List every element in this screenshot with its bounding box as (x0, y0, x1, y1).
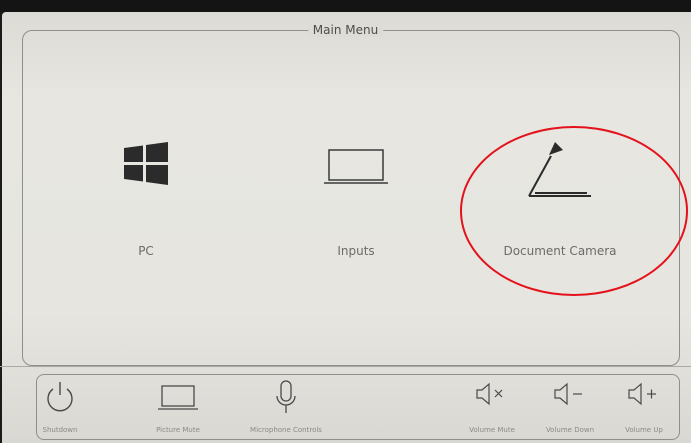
speaker-plus-icon (627, 382, 661, 410)
volume-mute-label: Volume Mute (469, 426, 515, 434)
document-camera-icon (525, 140, 595, 204)
volume-down-button[interactable]: Volume Down (534, 378, 606, 438)
tile-inputs-label: Inputs (337, 244, 375, 258)
microphone-controls-label: Microphone Controls (250, 426, 322, 434)
shutdown-label: Shutdown (42, 426, 78, 434)
speaker-mute-icon (475, 382, 509, 410)
tile-document-camera-label: Document Camera (503, 244, 617, 258)
speaker-minus-icon (553, 382, 587, 410)
shutdown-button[interactable]: Shutdown (28, 378, 92, 438)
tile-inputs[interactable]: Inputs (256, 120, 456, 280)
volume-up-label: Volume Up (625, 426, 663, 434)
top-bezel (0, 0, 691, 12)
laptop-icon (323, 140, 389, 192)
volume-mute-button[interactable]: Volume Mute (460, 378, 524, 438)
power-icon (43, 380, 77, 418)
picture-mute-label: Picture Mute (156, 426, 200, 434)
microphone-icon (274, 380, 298, 420)
tile-pc[interactable]: PC (46, 120, 246, 280)
menu-title: Main Menu (307, 23, 384, 37)
tile-document-camera[interactable]: Document Camera (460, 120, 660, 280)
tile-pc-label: PC (138, 244, 154, 258)
picture-mute-button[interactable]: Picture Mute (138, 378, 218, 438)
microphone-controls-button[interactable]: Microphone Controls (236, 378, 336, 438)
volume-down-label: Volume Down (545, 426, 595, 434)
windows-logo-icon (122, 140, 170, 192)
volume-up-button[interactable]: Volume Up (612, 378, 676, 438)
screen-icon (158, 380, 198, 416)
